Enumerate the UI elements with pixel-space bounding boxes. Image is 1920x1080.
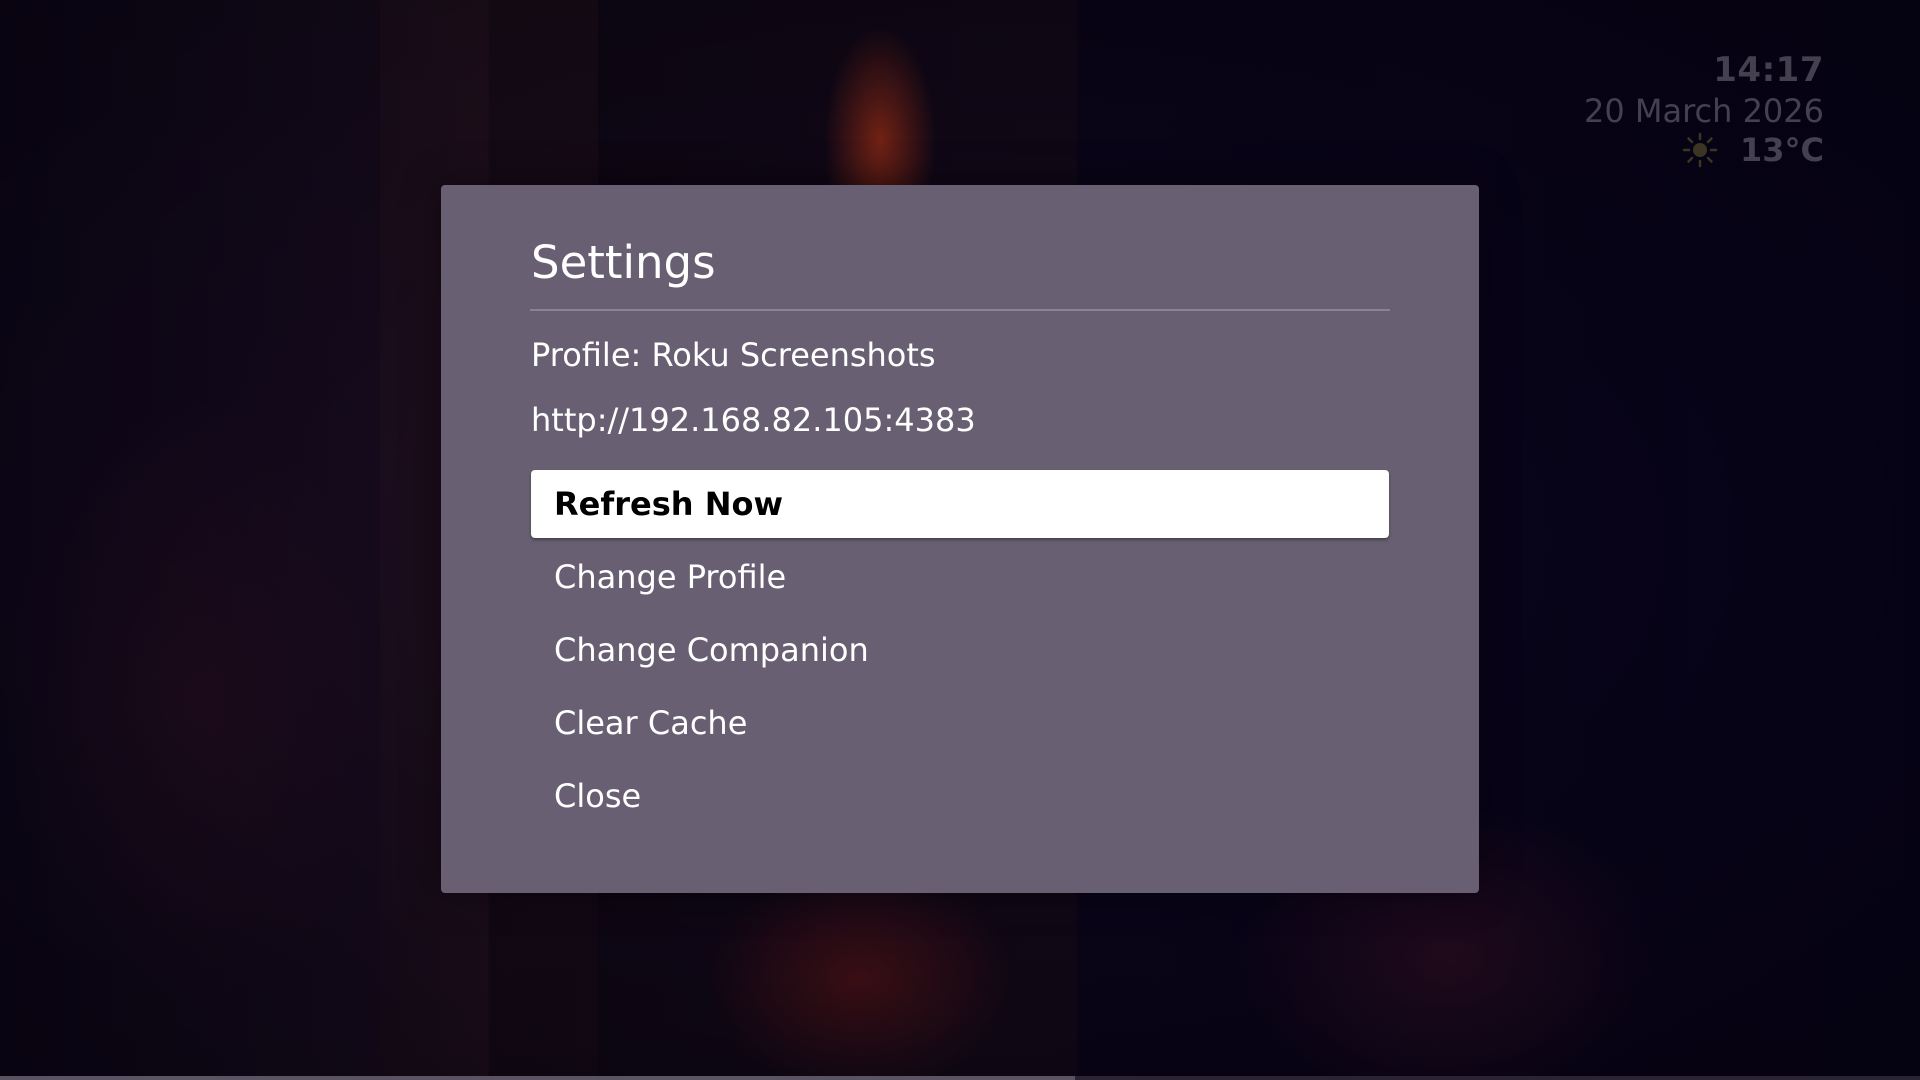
settings-dialog: Settings Profile: Roku Screenshots http:…	[441, 185, 1479, 893]
dialog-title: Settings	[531, 236, 716, 289]
weather: 13°C	[1584, 130, 1824, 170]
server-url: http://192.168.82.105:4383	[531, 401, 976, 439]
clock-date: 20 March 2026	[1583, 92, 1824, 130]
settings-menu: Refresh Now Change Profile Change Compan…	[531, 470, 1389, 835]
status-panel: 14:17 20 March 2026 13°C	[1584, 48, 1824, 170]
slideshow-progress-fill	[0, 1076, 1076, 1080]
close-button[interactable]: Close	[531, 762, 1389, 830]
clear-cache-button[interactable]: Clear Cache	[531, 689, 1389, 757]
change-profile-button[interactable]: Change Profile	[531, 543, 1389, 611]
divider	[530, 309, 1390, 311]
change-companion-button[interactable]: Change Companion	[531, 616, 1389, 684]
clock-time: 14:17	[1713, 50, 1824, 90]
refresh-now-button[interactable]: Refresh Now	[531, 470, 1389, 538]
screen: 14:17 20 March 2026 13°C Settings Profil…	[0, 0, 1920, 1080]
profile-label: Profile: Roku Screenshots	[531, 336, 936, 374]
sun-icon	[1682, 132, 1718, 168]
slideshow-progress-bar	[0, 1076, 1920, 1080]
temperature: 13°C	[1739, 131, 1824, 169]
